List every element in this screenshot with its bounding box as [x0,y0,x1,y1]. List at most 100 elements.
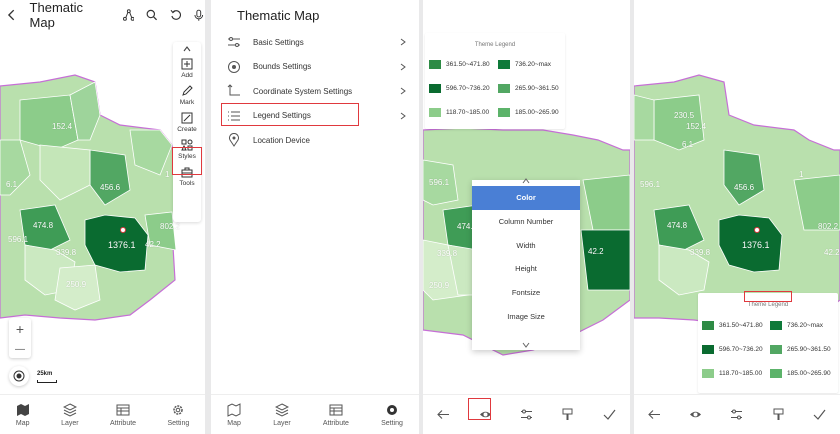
tool-label: Add [181,72,193,79]
tab-layer[interactable]: Layer [61,402,79,427]
tab-attribute[interactable]: Attribute [110,403,136,427]
map-label: 1 [165,170,170,179]
legend-swatch [498,108,510,117]
screen-settings: Thematic Map Basic Settings Bounds Setti… [211,0,419,434]
legend-swatch [429,84,441,93]
scale-label: 25km [37,371,53,377]
back-icon[interactable] [6,9,18,21]
tab-label: Setting [167,419,190,427]
tab-layer[interactable]: Layer [273,402,291,427]
picker-option-height[interactable]: Height [472,257,580,281]
legend-title: Theme Legend [747,302,789,308]
picker-option-width[interactable]: Width [472,233,580,257]
map-label: 339.8 [437,249,458,258]
legend-property-picker[interactable]: Color Column Number Width Height Fontsiz… [472,178,580,350]
undo-icon[interactable] [170,9,182,21]
check-icon[interactable] [813,408,826,421]
search-icon[interactable] [146,9,158,21]
zoom-in-button[interactable]: + [16,321,24,337]
legend-title: Theme Legend [474,42,516,48]
tab-map[interactable]: Map [227,402,241,427]
legend-swatch [770,321,782,330]
eye-icon[interactable] [689,408,702,421]
map-icon [16,403,29,416]
tab-label: Map [15,419,30,427]
locate-icon [13,370,25,382]
theme-legend[interactable]: Theme Legend 361.50~471.80 736.20~max 59… [425,33,565,129]
picker-option-image-size[interactable]: Image Size [472,304,580,328]
legend-range: 265.90~361.50 [787,346,831,353]
legend-range: 596.70~736.20 [446,85,490,92]
edit-toolbar [634,394,840,434]
tool-label: Tools [179,180,195,187]
legend-swatch [498,84,510,93]
legend-range: 736.20~max [787,322,823,329]
chevron-up-icon[interactable] [522,178,530,184]
tool-label: Mark [179,99,195,106]
map-label: 42.2 [824,248,840,257]
tab-label: Attribute [109,419,137,427]
add-tool[interactable]: Add [181,58,193,79]
legend-item: 736.20~max [498,60,551,69]
tab-map[interactable]: Map [16,403,30,427]
menu-item-bounds-settings[interactable]: Bounds Settings [211,55,419,80]
map-label: 456.6 [734,183,755,192]
tab-setting[interactable]: Setting [381,403,403,427]
tab-label: Layer [273,419,291,427]
tab-attribute[interactable]: Attribute [323,403,349,427]
target-icon [228,60,240,73]
zoom-out-button[interactable]: — [15,344,25,355]
legend-swatch [702,321,714,330]
locate-button[interactable] [9,366,29,386]
table-icon [329,404,343,415]
map-label: 152.4 [52,122,73,131]
tab-label: Layer [61,419,79,427]
mark-tool[interactable]: Mark [180,85,194,106]
axes-icon [227,84,240,96]
sliders-icon [228,37,240,48]
settings-menu: Basic Settings Bounds Settings Coordinat… [211,30,419,153]
picker-option-fontsize[interactable]: Fontsize [472,281,580,305]
chevron-down-icon[interactable] [522,342,530,348]
map-label: 596.1 [8,235,29,244]
sliders-icon[interactable] [730,408,743,421]
chevron-up-icon[interactable] [183,46,191,52]
brush-icon[interactable] [772,408,785,421]
gear-icon [386,404,397,415]
menu-item-coordinate-system-settings[interactable]: Coordinate System Settings [211,79,419,104]
back-arrow-icon[interactable] [437,408,450,421]
add-icon [181,58,193,70]
layers-icon [62,402,77,417]
map-label: 456.6 [100,183,121,192]
screen-map-view: 152.4 456.6 474.8 1376.1 802.2 339.8 250… [0,0,205,434]
sliders-icon[interactable] [520,408,533,421]
map-label: 1376.1 [742,240,770,250]
map-label: 802.2 [160,222,181,231]
zoom-control: + — [9,318,31,358]
menu-label: Coordinate System Settings [253,86,353,96]
tab-setting[interactable]: Setting [167,403,189,427]
legend-range: 118.70~185.00 [446,109,490,116]
create-tool[interactable]: Create [177,112,197,133]
picker-option-color[interactable]: Color [472,186,580,210]
theme-legend[interactable]: Theme Legend 361.50~471.80 736.20~max 59… [698,293,838,393]
share-icon[interactable] [122,9,135,21]
microphone-icon[interactable] [193,9,205,21]
tool-label: Create [177,126,197,133]
legend-swatch [702,369,714,378]
gear-icon [173,404,184,415]
legend-item: 361.50~471.80 [429,60,490,69]
picker-option-column-number[interactable]: Column Number [472,210,580,234]
legend-item: 265.90~361.50 [770,345,831,354]
menu-item-location-device[interactable]: Location Device [211,128,419,153]
legend-item: 185.00~265.90 [770,369,831,378]
menu-item-basic-settings[interactable]: Basic Settings [211,30,419,55]
brush-icon[interactable] [561,408,574,421]
edit-toolbar [423,394,630,434]
layers-icon [274,402,289,417]
eye-highlight-box [468,398,491,420]
legend-range: 361.50~471.80 [719,322,763,329]
back-arrow-icon[interactable] [648,408,661,421]
chevron-right-icon [400,63,406,71]
check-icon[interactable] [603,408,616,421]
